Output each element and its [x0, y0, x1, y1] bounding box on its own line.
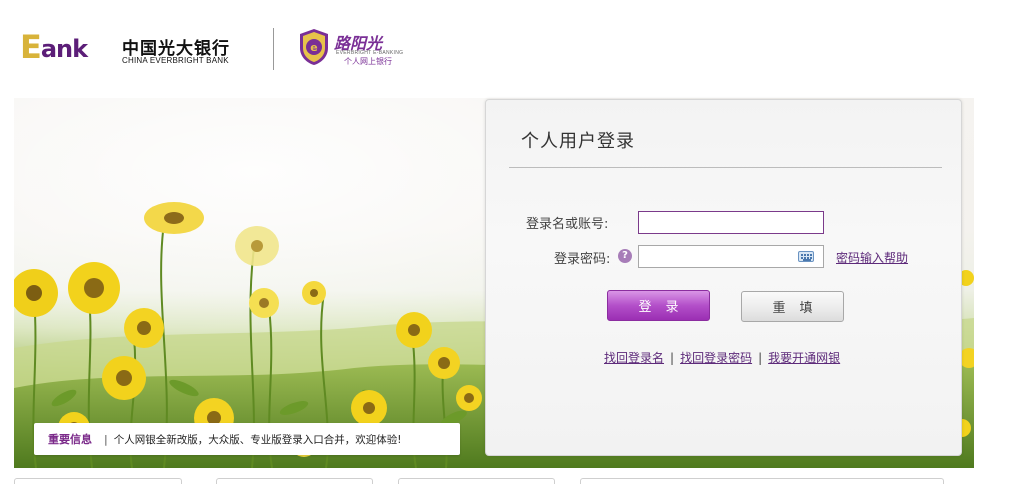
ebank-logo-e: E — [20, 28, 42, 66]
login-button[interactable]: 登录 — [607, 290, 710, 321]
soft-keyboard-icon[interactable] — [798, 251, 814, 262]
password-help-link[interactable]: 密码输入帮助 — [836, 249, 908, 266]
ebank-logo[interactable]: Eank — [20, 28, 88, 66]
password-help-icon[interactable]: ? — [618, 249, 632, 263]
username-label: 登录名或账号: — [526, 217, 609, 232]
page: Eank 中国光大银行 CHINA EVERBRIGHT BANK e 路阳光 … — [0, 0, 1027, 484]
recover-username-link[interactable]: 找回登录名 — [604, 351, 664, 365]
link-separator: | — [670, 351, 675, 365]
ebank-logo-text: ank — [40, 35, 88, 63]
notice-title: 重要信息 — [48, 433, 92, 446]
notice-separator: | — [104, 432, 108, 446]
login-title: 个人用户登录 — [521, 131, 635, 152]
open-ebanking-link[interactable]: 我要开通网银 — [768, 351, 840, 365]
sunshine-shield-icon: e — [300, 29, 328, 65]
bank-name-en: CHINA EVERBRIGHT BANK — [122, 56, 229, 65]
sub-brand-subtitle: 个人网上银行 — [344, 57, 392, 66]
username-input[interactable] — [638, 211, 824, 234]
header-divider — [273, 28, 274, 70]
account-links: 找回登录名 | 找回登录密码 | 我要开通网银 — [604, 349, 840, 366]
important-notice[interactable]: 重要信息 | 个人网银全新改版，大众版、专业版登录入口合并，欢迎体验! — [34, 423, 460, 455]
login-title-divider — [509, 167, 942, 168]
bottom-panel — [216, 478, 373, 484]
link-separator: | — [758, 351, 763, 365]
bottom-panel — [398, 478, 555, 484]
header: Eank 中国光大银行 CHINA EVERBRIGHT BANK e 路阳光 … — [0, 0, 1027, 86]
password-label: 登录密码: — [554, 252, 611, 267]
reset-button[interactable]: 重填 — [741, 291, 844, 322]
password-input[interactable] — [638, 245, 824, 268]
login-panel: 个人用户登录 登录名或账号: 登录密码: ? 密码输入帮助 登录 重填 找回登录… — [485, 99, 962, 456]
notice-text[interactable]: 个人网银全新改版，大众版、专业版登录入口合并，欢迎体验! — [114, 432, 402, 447]
recover-password-link[interactable]: 找回登录密码 — [680, 351, 752, 365]
bottom-panel — [580, 478, 944, 484]
svg-text:e: e — [310, 41, 317, 54]
bottom-panel — [14, 478, 182, 484]
